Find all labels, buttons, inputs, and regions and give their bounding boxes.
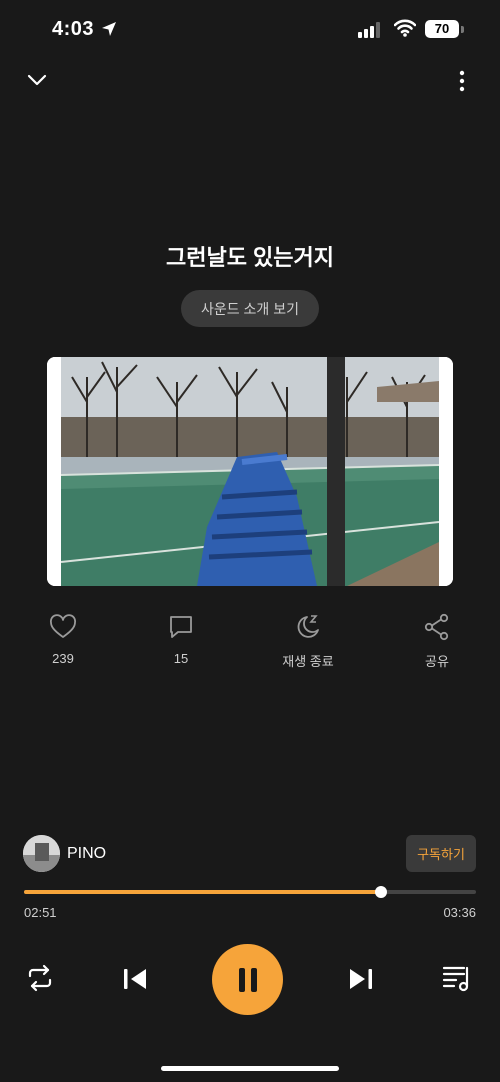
playlist-icon[interactable] bbox=[442, 964, 472, 992]
artist-avatar[interactable] bbox=[23, 835, 60, 872]
progress-fill bbox=[24, 890, 381, 894]
cellular-signal-icon bbox=[358, 22, 380, 38]
share-icon[interactable] bbox=[423, 613, 451, 641]
battery-nub bbox=[461, 26, 464, 33]
collapse-chevron-icon[interactable] bbox=[26, 70, 48, 90]
like-count: 239 bbox=[52, 651, 74, 666]
artist-name[interactable]: PINO bbox=[67, 845, 106, 863]
track-title: 그런날도 있는거지 bbox=[165, 245, 335, 270]
comment-icon[interactable] bbox=[167, 613, 195, 641]
more-options-icon[interactable] bbox=[458, 70, 466, 92]
play-pause-button[interactable] bbox=[212, 944, 283, 1015]
wifi-icon bbox=[394, 19, 416, 37]
share-action[interactable]: 공유 bbox=[392, 613, 482, 670]
battery-indicator: 70 bbox=[425, 20, 459, 38]
next-icon[interactable] bbox=[348, 966, 374, 992]
sound-intro-button[interactable]: 사운드 소개 보기 bbox=[181, 290, 319, 327]
heart-icon[interactable] bbox=[49, 613, 77, 641]
status-time: 4:03 bbox=[52, 18, 95, 40]
previous-icon[interactable] bbox=[122, 966, 148, 992]
home-indicator[interactable] bbox=[161, 1066, 339, 1071]
subscribe-button[interactable]: 구독하기 bbox=[406, 835, 476, 872]
pause-icon[interactable] bbox=[237, 967, 259, 993]
repeat-icon[interactable] bbox=[26, 964, 54, 992]
location-arrow-icon bbox=[102, 22, 116, 36]
sleep-timer-label: 재생 종료 bbox=[282, 654, 334, 669]
share-label: 공유 bbox=[425, 654, 449, 669]
sleep-timer-action[interactable]: 재생 종료 bbox=[263, 613, 353, 670]
comment-count: 15 bbox=[173, 651, 189, 666]
sleep-timer-icon[interactable] bbox=[294, 613, 322, 641]
like-action[interactable]: 239 bbox=[18, 613, 108, 666]
current-time: 02:51 bbox=[24, 905, 57, 920]
total-time: 03:36 bbox=[443, 905, 476, 920]
comment-action[interactable]: 15 bbox=[136, 613, 226, 666]
progress-handle[interactable] bbox=[375, 886, 387, 898]
album-artwork bbox=[47, 357, 453, 586]
